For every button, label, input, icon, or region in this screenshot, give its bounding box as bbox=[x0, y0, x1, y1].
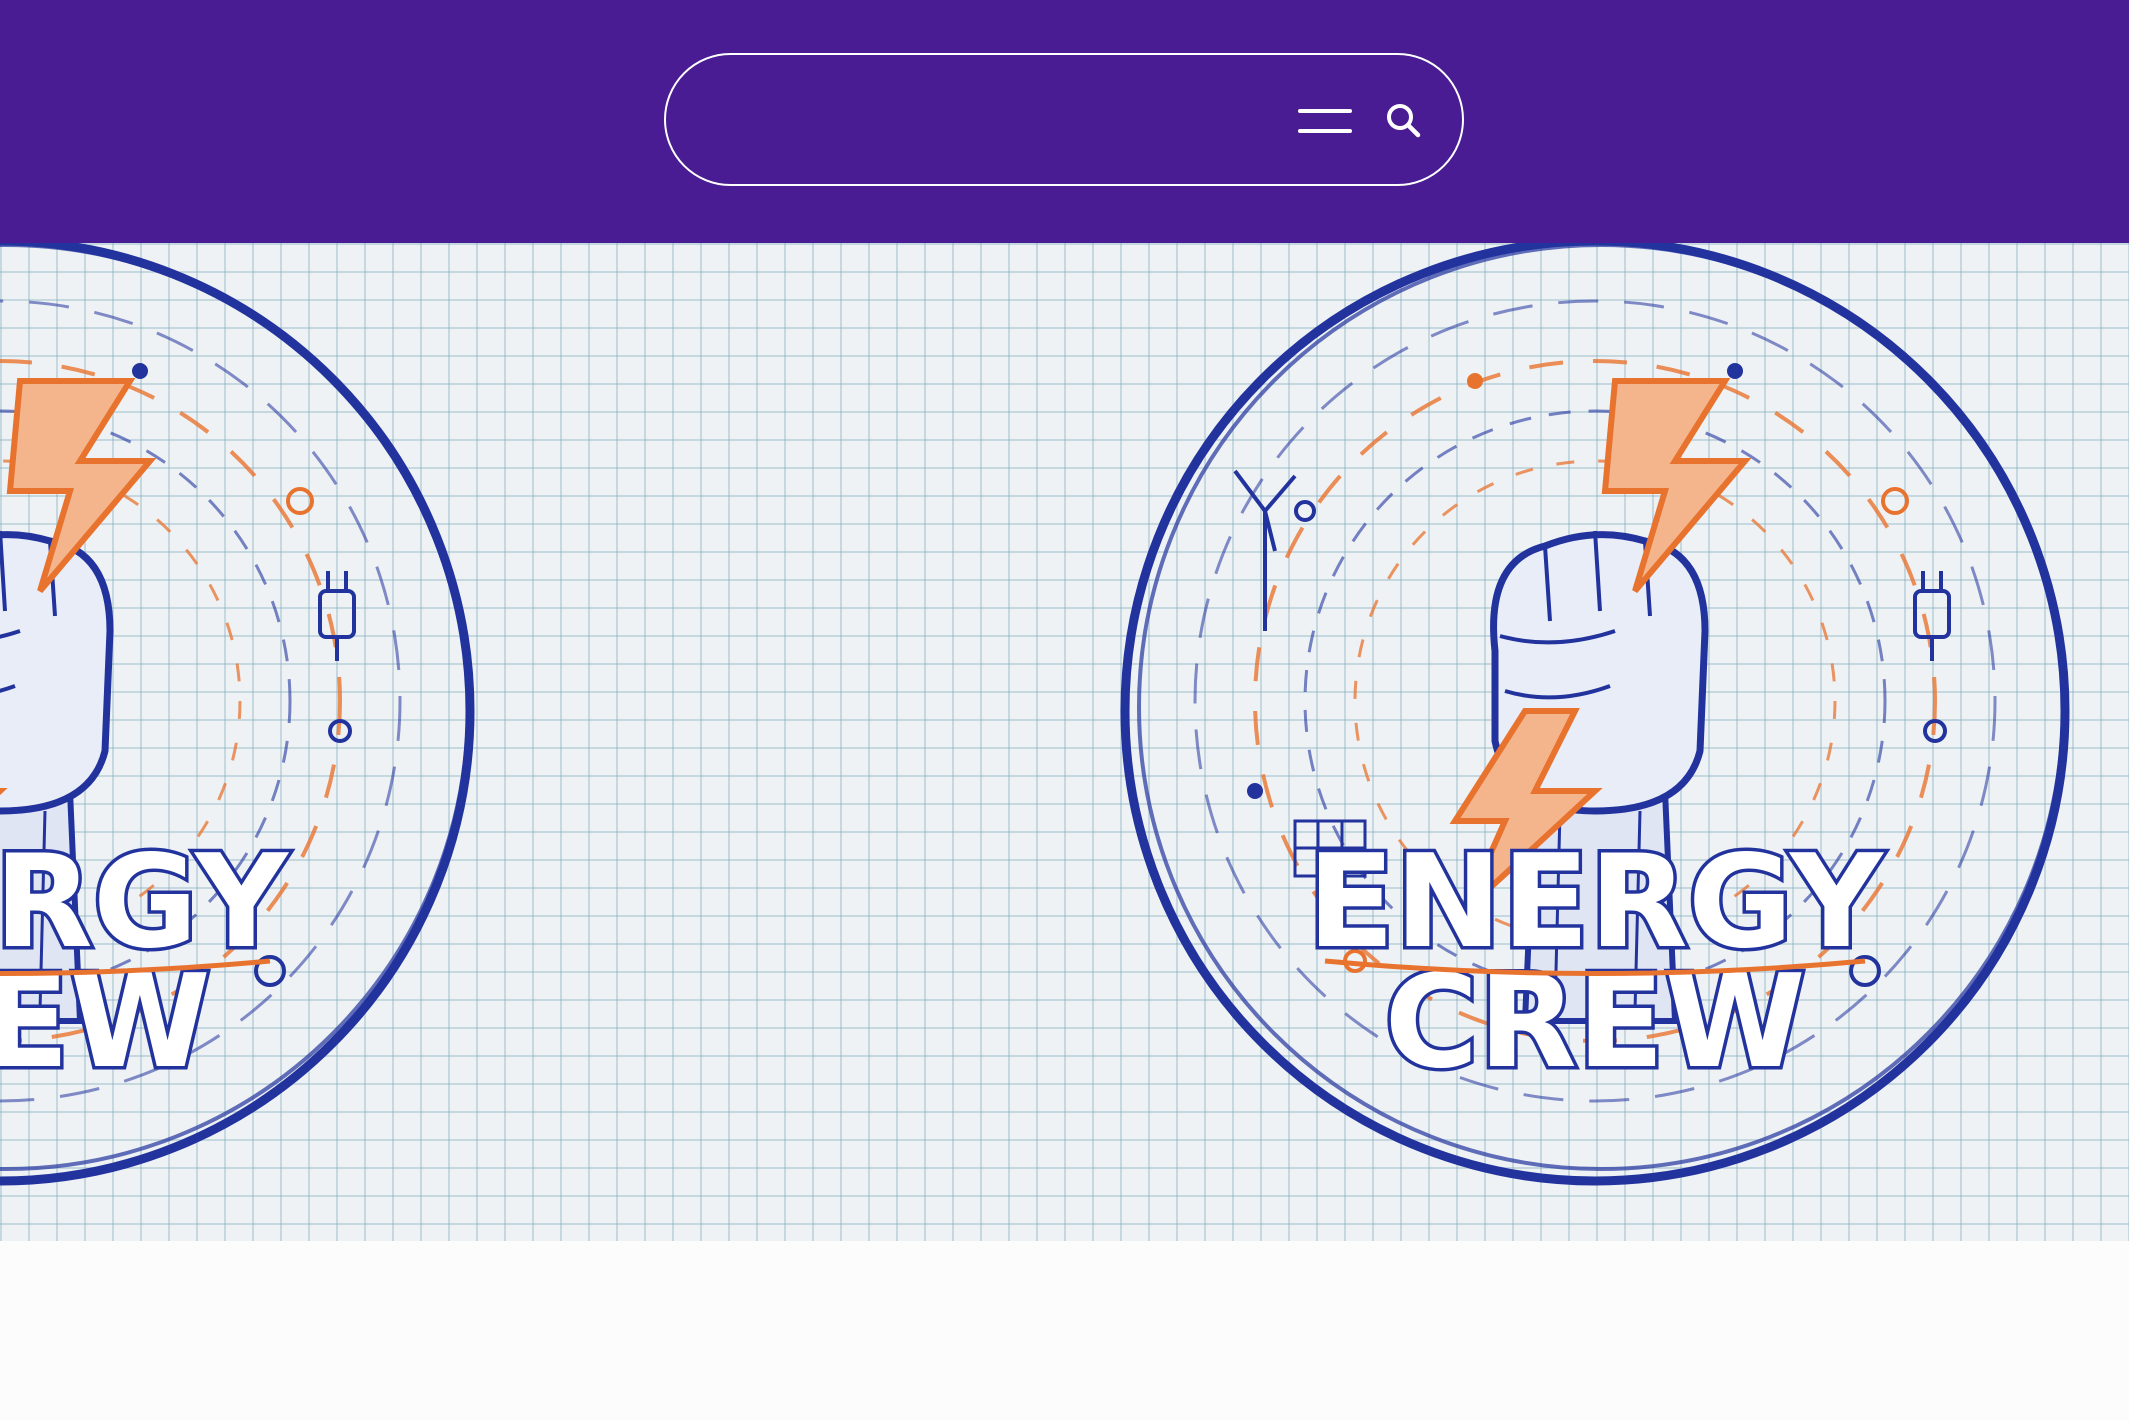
banner-artwork: ENERGY CREW bbox=[0, 243, 2070, 1186]
menu-bar-bottom bbox=[1298, 129, 1352, 133]
search-bar bbox=[664, 53, 1464, 186]
page-body bbox=[0, 1241, 2129, 1420]
search-input[interactable] bbox=[706, 85, 1270, 157]
search-button[interactable] bbox=[1382, 99, 1426, 143]
search-icon bbox=[1387, 104, 1421, 138]
logo-emblem-left: ENERGY CREW bbox=[0, 243, 475, 1186]
hero-banner: ENERGY CREW bbox=[0, 243, 2129, 1241]
menu-bar-top bbox=[1298, 109, 1352, 113]
menu-button[interactable] bbox=[1296, 99, 1352, 143]
logo-emblem-center: ENERGY CREW bbox=[1120, 243, 2070, 1186]
site-header bbox=[0, 0, 2129, 243]
